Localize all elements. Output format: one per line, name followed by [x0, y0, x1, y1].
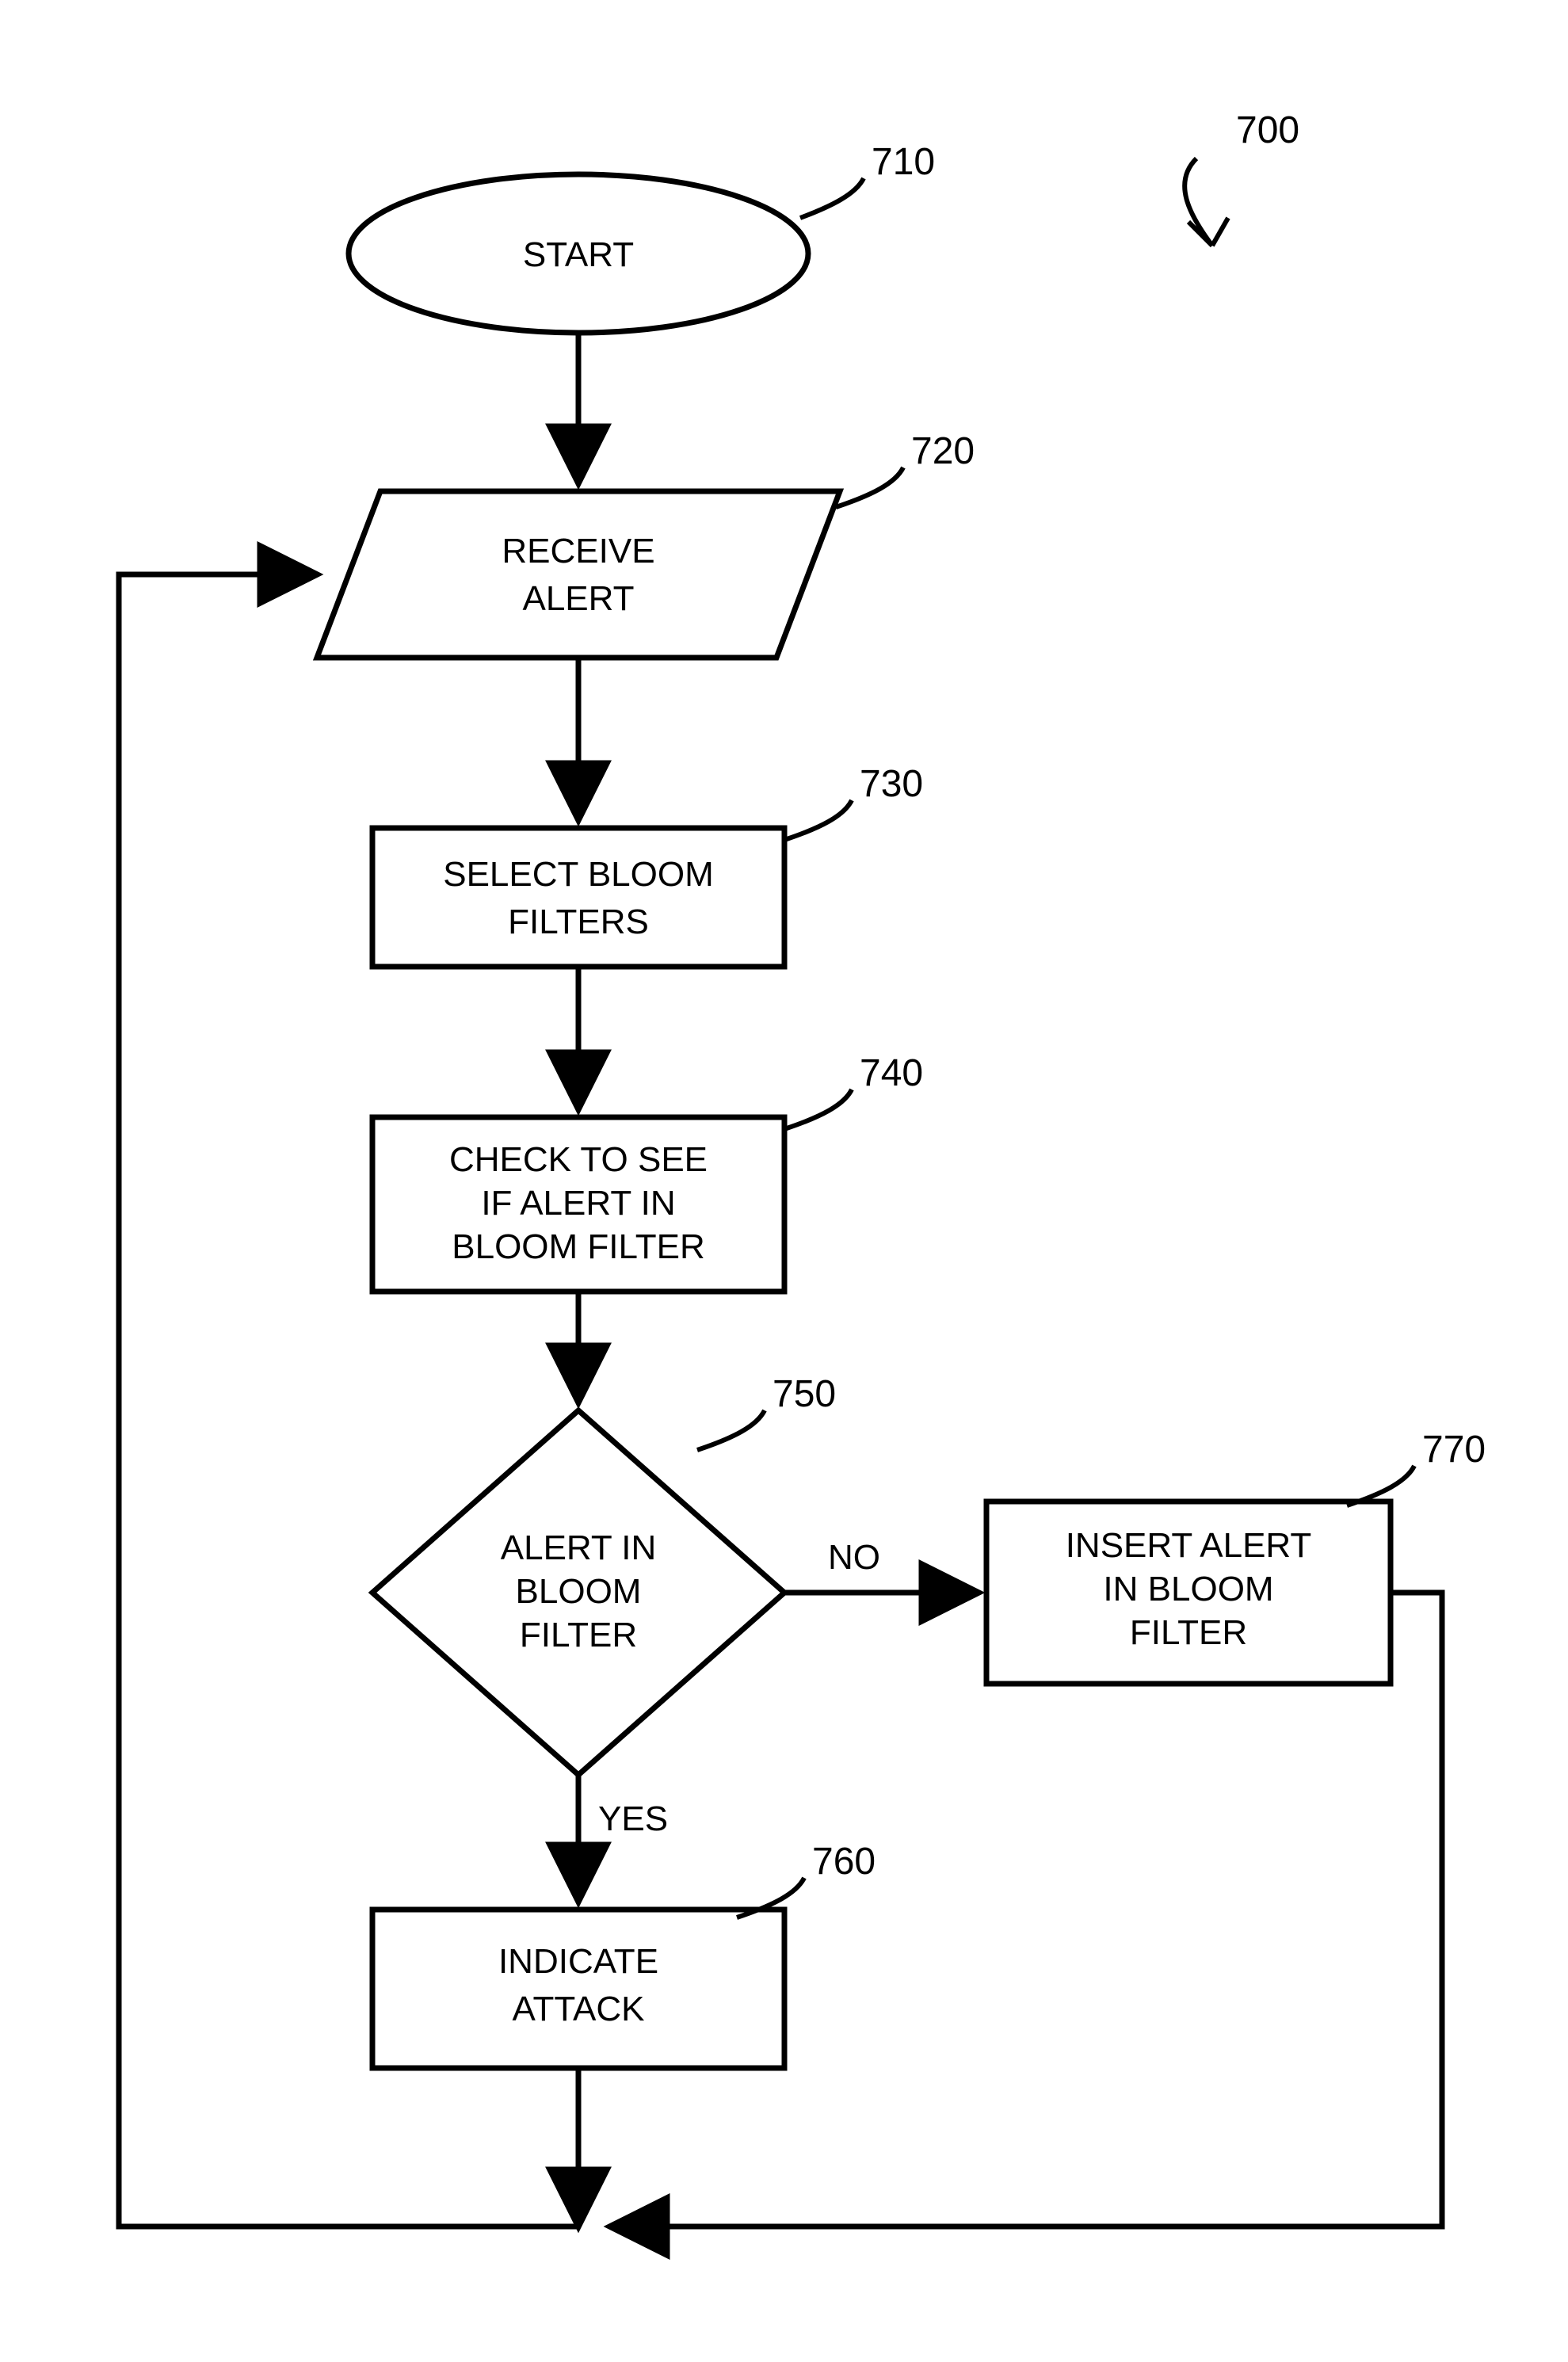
node-check-line2: IF ALERT IN — [481, 1184, 675, 1223]
node-start: START 710 — [349, 141, 935, 333]
node-insert: INSERT ALERT IN BLOOM FILTER 770 — [986, 1429, 1486, 1684]
node-check-line1: CHECK TO SEE — [449, 1140, 708, 1179]
edge-yes-label: YES — [598, 1799, 668, 1838]
node-select-line1: SELECT BLOOM — [443, 855, 714, 894]
node-check: CHECK TO SEE IF ALERT IN BLOOM FILTER 74… — [372, 1052, 923, 1292]
node-check-line3: BLOOM FILTER — [452, 1227, 704, 1266]
node-decision-line3: FILTER — [520, 1616, 637, 1654]
node-select-ref: 730 — [860, 763, 923, 805]
flowchart-700: 700 START 710 RECEIVE ALERT 720 SELECT B… — [0, 0, 1568, 2362]
figure-ref-label: 700 — [1236, 109, 1299, 151]
figure-ref: 700 — [1185, 109, 1299, 246]
edge-no-label: NO — [828, 1538, 880, 1577]
node-indicate-line2: ATTACK — [512, 1990, 644, 2028]
node-receive-line1: RECEIVE — [502, 532, 654, 570]
node-decision-line2: BLOOM — [516, 1572, 642, 1611]
node-insert-ref: 770 — [1422, 1429, 1486, 1471]
node-indicate-ref: 760 — [812, 1841, 876, 1883]
node-indicate: INDICATE ATTACK 760 — [372, 1841, 876, 2068]
node-insert-line1: INSERT ALERT — [1066, 1526, 1312, 1565]
edge-decision-yes: YES — [578, 1775, 668, 1902]
node-receive-ref: 720 — [911, 430, 975, 472]
node-receive-line2: ALERT — [522, 579, 634, 618]
node-insert-line3: FILTER — [1130, 1613, 1247, 1652]
node-insert-line2: IN BLOOM — [1103, 1570, 1273, 1608]
node-start-ref: 710 — [872, 141, 935, 183]
node-decision: ALERT IN BLOOM FILTER 750 — [372, 1373, 836, 1775]
node-check-ref: 740 — [860, 1052, 923, 1094]
node-select-line2: FILTERS — [508, 902, 649, 941]
node-start-text: START — [523, 235, 634, 274]
node-decision-ref: 750 — [773, 1373, 836, 1415]
node-decision-line1: ALERT IN — [501, 1528, 656, 1567]
edge-decision-no: NO — [784, 1538, 979, 1593]
node-select: SELECT BLOOM FILTERS 730 — [372, 763, 923, 967]
node-receive: RECEIVE ALERT 720 — [317, 430, 975, 658]
node-indicate-line1: INDICATE — [498, 1942, 658, 1981]
